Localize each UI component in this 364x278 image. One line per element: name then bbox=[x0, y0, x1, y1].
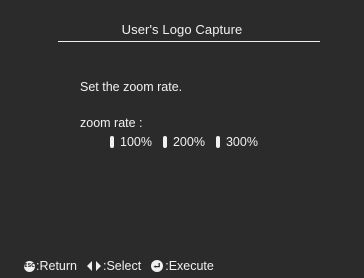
enter-key-icon bbox=[151, 260, 164, 272]
logo-capture-screen: User's Logo Capture Set the zoom rate. z… bbox=[0, 0, 364, 278]
title-divider bbox=[58, 41, 320, 42]
key-guide-footer: ESC :Return :Select :Execute bbox=[24, 259, 214, 273]
footer-return: ESC :Return bbox=[24, 259, 77, 273]
footer-execute: :Execute bbox=[151, 259, 214, 273]
instruction-text: Set the zoom rate. bbox=[80, 80, 183, 94]
zoom-option-label: 200% bbox=[172, 135, 205, 149]
zoom-rate-label: zoom rate : bbox=[80, 116, 143, 130]
zoom-option-300[interactable]: 300% bbox=[215, 135, 258, 149]
left-right-arrows-icon bbox=[87, 261, 101, 271]
return-label: :Return bbox=[36, 259, 77, 273]
zoom-option-label: 100% bbox=[120, 135, 152, 149]
zoom-option-100[interactable]: 100% bbox=[110, 135, 152, 149]
zoom-option-label: 300% bbox=[225, 135, 258, 149]
option-marker-icon bbox=[162, 136, 167, 148]
zoom-option-200[interactable]: 200% bbox=[162, 135, 205, 149]
select-label: :Select bbox=[103, 259, 142, 273]
option-marker-icon bbox=[215, 136, 220, 148]
esc-key-icon: ESC bbox=[24, 260, 35, 272]
execute-label: :Execute bbox=[165, 259, 214, 273]
dialog-title: User's Logo Capture bbox=[121, 22, 243, 37]
option-marker-icon bbox=[110, 136, 114, 148]
footer-select: :Select bbox=[87, 259, 141, 273]
zoom-rate-options: 100% 200% 300% bbox=[110, 135, 269, 149]
